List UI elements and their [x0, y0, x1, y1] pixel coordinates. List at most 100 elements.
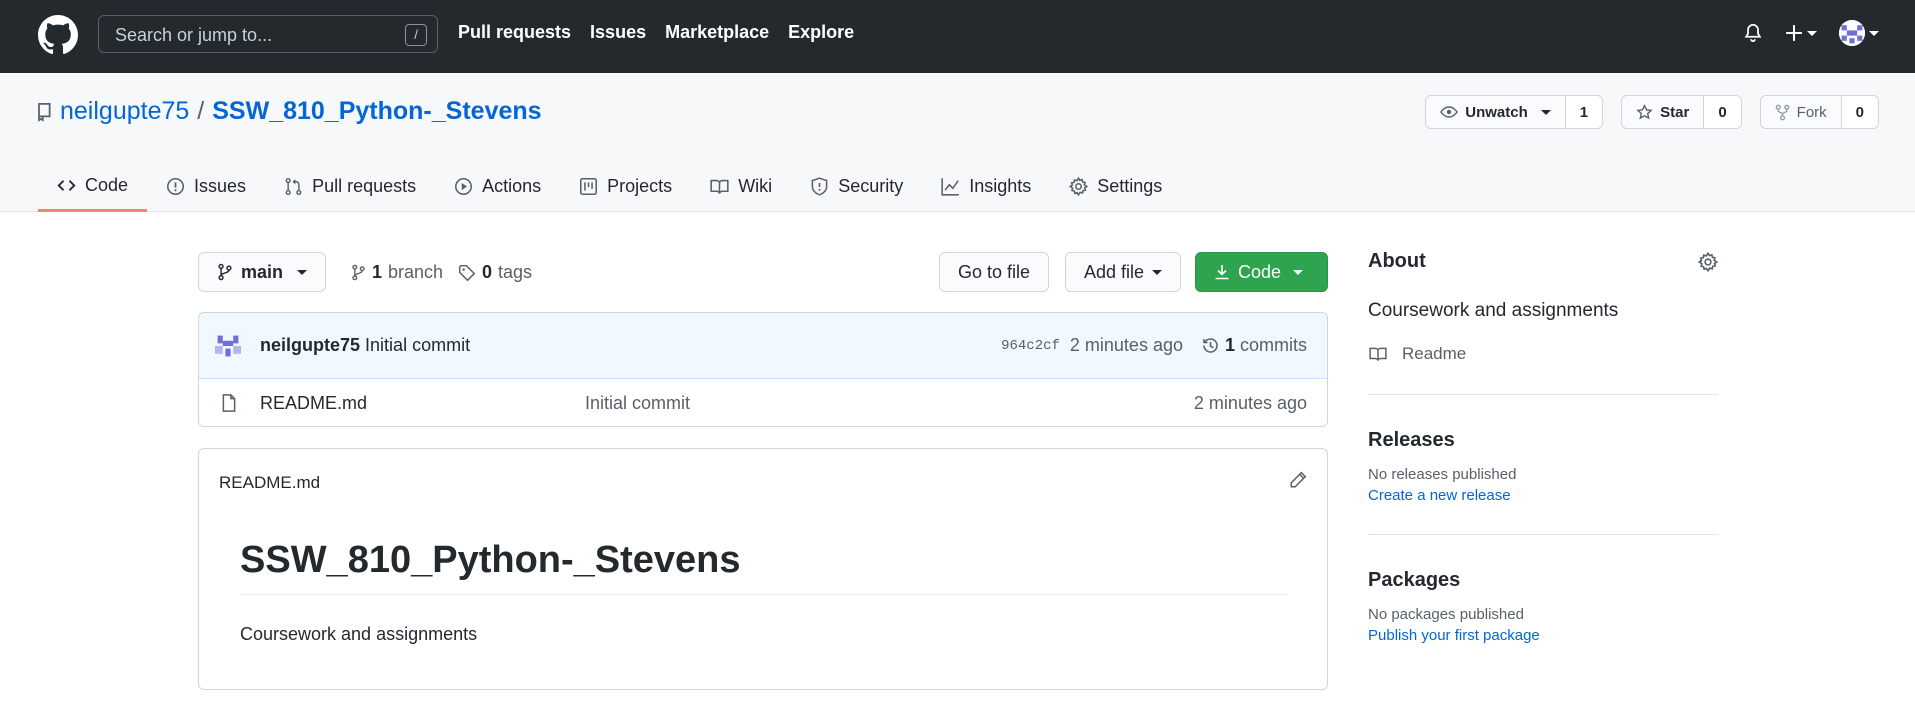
file-list: neilgupte75 Initial commit 964c2cf 2 min…	[198, 312, 1328, 427]
go-to-file-label: Go to file	[958, 261, 1031, 282]
repo-name-link[interactable]: SSW_810_Python-_Stevens	[212, 97, 541, 126]
commit-message-link[interactable]: Initial commit	[365, 335, 470, 355]
repo-owner-link[interactable]: neilgupte75	[60, 97, 189, 126]
tab-insights[interactable]: Insights	[922, 161, 1050, 212]
packages-title[interactable]: Packages	[1368, 569, 1718, 592]
packages-empty-text: No packages published	[1368, 606, 1524, 623]
tab-issues[interactable]: Issues	[147, 161, 265, 212]
avatar	[1839, 20, 1865, 46]
bell-icon[interactable]	[1743, 22, 1763, 44]
go-to-file-button[interactable]: Go to file	[939, 252, 1050, 292]
repo-title: neilgupte75 / SSW_810_Python-_Stevens	[36, 97, 542, 126]
commits-history-link[interactable]: 1 commits	[1201, 335, 1307, 356]
issue-icon	[166, 177, 185, 196]
nav-pull-requests[interactable]: Pull requests	[458, 22, 571, 43]
pencil-icon[interactable]	[1289, 471, 1307, 489]
watch-button-group: Unwatch 1	[1425, 95, 1604, 129]
user-menu[interactable]	[1839, 20, 1879, 46]
repo-tabs: Code Issues Pull requests Actions Projec…	[38, 161, 1181, 212]
readme-filename: README.md	[219, 473, 321, 492]
avatar[interactable]	[215, 333, 241, 359]
branches-link[interactable]: 1 branch	[351, 262, 443, 283]
branch-count: 1	[372, 262, 383, 282]
search-shortcut-badge: /	[405, 24, 427, 46]
readme-link-label: Readme	[1402, 344, 1467, 363]
pull-request-icon	[284, 177, 303, 196]
releases-title[interactable]: Releases	[1368, 429, 1718, 452]
commit-age: 2 minutes ago	[1069, 335, 1183, 355]
commit-author-link[interactable]: neilgupte75	[260, 335, 360, 355]
github-logo-icon[interactable]	[38, 15, 78, 55]
sidebar-divider	[1368, 534, 1718, 535]
tab-actions[interactable]: Actions	[435, 161, 560, 212]
tab-security[interactable]: Security	[791, 161, 922, 212]
project-icon	[579, 177, 598, 196]
stars-count[interactable]: 0	[1704, 96, 1741, 128]
branch-selector[interactable]: main	[198, 252, 327, 292]
file-age: 2 minutes ago	[1193, 393, 1307, 413]
repo-description: Coursework and assignments	[1368, 300, 1619, 321]
code-button-label: Code	[1238, 261, 1282, 282]
releases-empty-text: No releases published	[1368, 466, 1517, 483]
branch-toolbar: main 1 branch 0 tags Go to file Add file…	[198, 252, 1328, 292]
search-input[interactable]: Search or jump to... /	[98, 15, 438, 53]
file-name-link[interactable]: README.md	[260, 393, 367, 414]
repo-icon	[36, 102, 52, 122]
search-placeholder: Search or jump to...	[115, 25, 273, 45]
readme-panel: README.md SSW_810_Python-_Stevens Course…	[198, 448, 1328, 690]
chevron-down-icon	[1807, 30, 1817, 36]
unwatch-button[interactable]: Unwatch	[1426, 96, 1566, 128]
publish-package-link[interactable]: Publish your first package	[1368, 627, 1718, 644]
tab-settings-label: Settings	[1097, 176, 1163, 196]
tab-pull-requests-label: Pull requests	[312, 176, 417, 196]
tab-pull-requests[interactable]: Pull requests	[265, 161, 435, 212]
repo-header: neilgupte75 / SSW_810_Python-_Stevens Un…	[0, 73, 1915, 212]
tab-code[interactable]: Code	[38, 161, 148, 212]
star-button-group: Star 0	[1621, 95, 1742, 129]
tab-wiki[interactable]: Wiki	[691, 161, 791, 212]
chevron-down-icon	[1869, 30, 1879, 36]
book-icon	[710, 177, 729, 196]
eye-icon	[1440, 105, 1459, 119]
nav-issues[interactable]: Issues	[590, 22, 646, 43]
code-download-button[interactable]: Code	[1195, 252, 1328, 292]
gear-icon[interactable]	[1698, 252, 1718, 272]
tab-insights-label: Insights	[969, 176, 1032, 196]
star-icon	[1636, 103, 1653, 121]
branch-word: branch	[388, 262, 444, 282]
fork-label: Fork	[1796, 103, 1827, 121]
commit-meta: 964c2cf 2 minutes ago 1 commits	[1001, 335, 1307, 356]
tab-issues-label: Issues	[194, 176, 247, 196]
tag-word: tags	[498, 262, 533, 282]
table-row[interactable]: README.md Initial commit 2 minutes ago	[199, 379, 1327, 426]
create-release-link[interactable]: Create a new release	[1368, 487, 1718, 504]
repo-actions: Unwatch 1 Star 0 Fork 0	[1425, 95, 1879, 129]
header-actions	[1743, 20, 1879, 46]
tab-projects[interactable]: Projects	[560, 161, 691, 212]
star-button[interactable]: Star	[1622, 96, 1705, 128]
forks-count[interactable]: 0	[1841, 96, 1878, 128]
fork-button[interactable]: Fork	[1761, 96, 1842, 128]
nav-marketplace[interactable]: Marketplace	[665, 22, 769, 43]
chevron-down-icon	[1293, 269, 1304, 275]
commits-word: commits	[1240, 335, 1307, 355]
tab-settings[interactable]: Settings	[1050, 161, 1181, 212]
add-file-button[interactable]: Add file	[1065, 252, 1182, 292]
commit-summary: neilgupte75 Initial commit	[260, 335, 470, 356]
file-commit-message-link[interactable]: Initial commit	[585, 393, 690, 414]
tab-wiki-label: Wiki	[738, 176, 773, 196]
readme-body: Coursework and assignments	[240, 624, 478, 644]
book-icon	[1368, 345, 1388, 363]
chevron-down-icon	[297, 269, 308, 275]
tags-link[interactable]: 0 tags	[458, 262, 532, 283]
readme-link[interactable]: Readme	[1368, 344, 1718, 364]
sidebar-divider	[1368, 394, 1718, 395]
nav-explore[interactable]: Explore	[788, 22, 854, 43]
repo-path-separator: /	[197, 97, 205, 125]
history-icon	[1201, 336, 1220, 355]
code-icon	[57, 176, 76, 195]
watchers-count[interactable]: 1	[1565, 96, 1603, 128]
global-nav: Pull requests Issues Marketplace Explore	[458, 22, 854, 43]
commit-sha-link[interactable]: 964c2cf	[1001, 338, 1060, 354]
create-new-dropdown[interactable]	[1785, 24, 1817, 42]
